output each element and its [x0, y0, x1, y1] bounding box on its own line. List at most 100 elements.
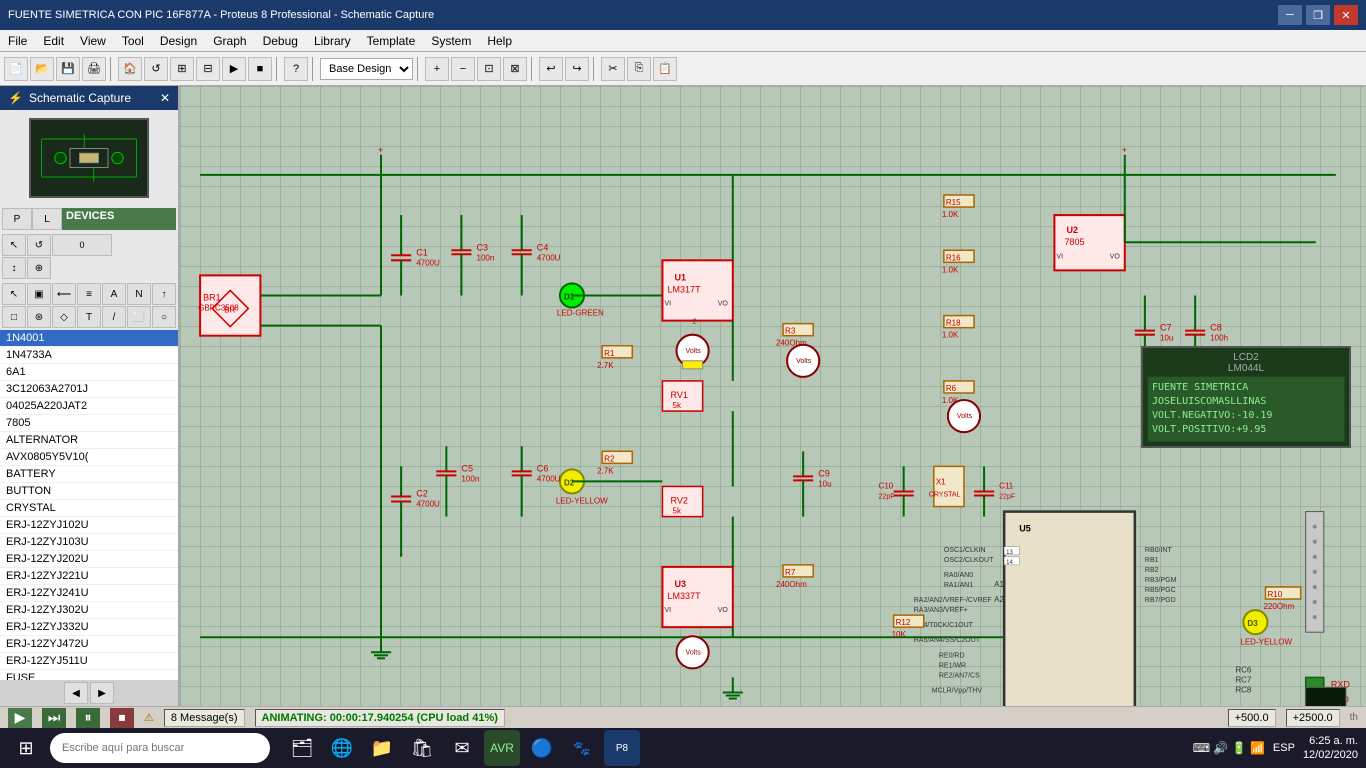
menu-help[interactable]: Help: [479, 30, 520, 51]
cut-button[interactable]: ✂: [601, 57, 625, 81]
pause-control[interactable]: ⏸: [76, 708, 100, 728]
menu-design[interactable]: Design: [152, 30, 205, 51]
device-item-1n4001[interactable]: 1N4001: [0, 330, 178, 347]
stop-control[interactable]: ⏹: [110, 708, 134, 728]
menu-edit[interactable]: Edit: [35, 30, 72, 51]
redo-button[interactable]: ↪: [565, 57, 589, 81]
device-item-erj12zyj472u[interactable]: ERJ-12ZYJ472U: [0, 636, 178, 653]
task-store[interactable]: 🛍: [404, 730, 440, 766]
task-edge[interactable]: 🌐: [324, 730, 360, 766]
wire-mode[interactable]: ⟵: [52, 283, 76, 305]
run-button[interactable]: ▶: [222, 57, 246, 81]
svg-text:RV2: RV2: [670, 496, 687, 506]
device-item-3c12063a[interactable]: 3C12063A2701J: [0, 381, 178, 398]
rect-mode[interactable]: ⬜: [127, 306, 151, 328]
menu-tool[interactable]: Tool: [114, 30, 152, 51]
zoom-area-button[interactable]: ⊠: [503, 57, 527, 81]
search-input[interactable]: [50, 733, 270, 763]
device-item-erj12zyj511u[interactable]: ERJ-12ZYJ511U: [0, 653, 178, 670]
task-mail[interactable]: ✉: [444, 730, 480, 766]
scroll-right[interactable]: ▶: [90, 682, 114, 704]
arrow-tool[interactable]: ↖: [2, 234, 26, 256]
menu-graph[interactable]: Graph: [205, 30, 254, 51]
label-mode[interactable]: A: [102, 283, 126, 305]
task-files[interactable]: 📁: [364, 730, 400, 766]
minimize-button[interactable]: ─: [1278, 5, 1302, 25]
snap-button[interactable]: ⊞: [170, 57, 194, 81]
device-item-04025a[interactable]: 04025A220JAT2: [0, 398, 178, 415]
device-item-crystal[interactable]: CRYSTAL: [0, 500, 178, 517]
task-avr[interactable]: AVR: [484, 730, 520, 766]
text-mode[interactable]: T: [77, 306, 101, 328]
refresh-button[interactable]: ↺: [144, 57, 168, 81]
device-item-battery[interactable]: BATTERY: [0, 466, 178, 483]
zoom-fit-button[interactable]: ⊡: [477, 57, 501, 81]
canvas-area[interactable]: BR1 GBPC3508 BR C1 4700U C2 4700U: [180, 86, 1366, 706]
input-field[interactable]: 0: [52, 234, 112, 256]
tab-l-button[interactable]: L: [32, 208, 62, 230]
device-item-erj12zyj221u[interactable]: ERJ-12ZYJ221U: [0, 568, 178, 585]
probe-mode[interactable]: ⊛: [27, 306, 51, 328]
stop-button[interactable]: ■: [248, 57, 272, 81]
help-button[interactable]: ?: [284, 57, 308, 81]
schematic-capture-tab[interactable]: ⚡ Schematic Capture ✕: [0, 86, 178, 110]
device-item-erj12zyj332u[interactable]: ERJ-12ZYJ332U: [0, 619, 178, 636]
start-button[interactable]: ⊞: [8, 730, 44, 766]
device-item-6a1[interactable]: 6A1: [0, 364, 178, 381]
zoom-in-button[interactable]: +: [425, 57, 449, 81]
close-tab-button[interactable]: ✕: [160, 91, 170, 105]
device-item-erj12zyj102u[interactable]: ERJ-12ZYJ102U: [0, 517, 178, 534]
port-mode[interactable]: □: [2, 306, 26, 328]
design-select[interactable]: Base Design: [320, 58, 413, 80]
task-misc[interactable]: 🐾: [564, 730, 600, 766]
new-button[interactable]: 📄: [4, 57, 28, 81]
home-button[interactable]: 🏠: [118, 57, 142, 81]
device-item-erj12zyj202u[interactable]: ERJ-12ZYJ202U: [0, 551, 178, 568]
save-button[interactable]: 💾: [56, 57, 80, 81]
device-item-avx[interactable]: AVX0805Y5V10(: [0, 449, 178, 466]
undo-button[interactable]: ↩: [539, 57, 563, 81]
menu-file[interactable]: File: [0, 30, 35, 51]
task-proteus[interactable]: P8: [604, 730, 640, 766]
menu-debug[interactable]: Debug: [255, 30, 306, 51]
step-forward[interactable]: ⏭: [42, 708, 66, 728]
print-button[interactable]: 🖨: [82, 57, 106, 81]
device-item-fuse[interactable]: FUSE: [0, 670, 178, 680]
device-item-erj12zyj103u[interactable]: ERJ-12ZYJ103U: [0, 534, 178, 551]
device-item-7805[interactable]: 7805: [0, 415, 178, 432]
task-chrome[interactable]: 🔵: [524, 730, 560, 766]
close-button[interactable]: ✕: [1334, 5, 1358, 25]
scroll-left[interactable]: ◀: [64, 682, 88, 704]
line-mode[interactable]: /: [102, 306, 126, 328]
marker-mode[interactable]: ◇: [52, 306, 76, 328]
run-control[interactable]: ▶: [8, 708, 32, 728]
power-mode[interactable]: ↑: [152, 283, 176, 305]
device-item-button[interactable]: BUTTON: [0, 483, 178, 500]
task-explorer[interactable]: 🗂: [284, 730, 320, 766]
menu-template[interactable]: Template: [359, 30, 424, 51]
device-item-erj12zyj302u[interactable]: ERJ-12ZYJ302U: [0, 602, 178, 619]
circle-mode[interactable]: ○: [152, 306, 176, 328]
menu-view[interactable]: View: [72, 30, 114, 51]
svg-text:4700U: 4700U: [416, 500, 440, 509]
open-button[interactable]: 📂: [30, 57, 54, 81]
device-item-1n4733a[interactable]: 1N4733A: [0, 347, 178, 364]
restore-button[interactable]: ❐: [1306, 5, 1330, 25]
grid-button[interactable]: ⊟: [196, 57, 220, 81]
rotate-tool[interactable]: ↺: [27, 234, 51, 256]
component-mode[interactable]: ▣: [27, 283, 51, 305]
paste-button[interactable]: 📋: [653, 57, 677, 81]
move-tool[interactable]: ↕: [2, 257, 26, 279]
select-mode[interactable]: ↖: [2, 283, 26, 305]
device-item-alternator[interactable]: ALTERNATOR: [0, 432, 178, 449]
component-tool[interactable]: ⊕: [27, 257, 51, 279]
device-item-erj12zyj241u[interactable]: ERJ-12ZYJ241U: [0, 585, 178, 602]
svg-text:Volts: Volts: [796, 358, 812, 365]
zoom-out-button[interactable]: −: [451, 57, 475, 81]
menu-library[interactable]: Library: [306, 30, 359, 51]
bus-mode[interactable]: ≡: [77, 283, 101, 305]
net-mode[interactable]: N: [127, 283, 151, 305]
copy-button[interactable]: ⎘: [627, 57, 651, 81]
menu-system[interactable]: System: [423, 30, 479, 51]
tab-p-button[interactable]: P: [2, 208, 32, 230]
